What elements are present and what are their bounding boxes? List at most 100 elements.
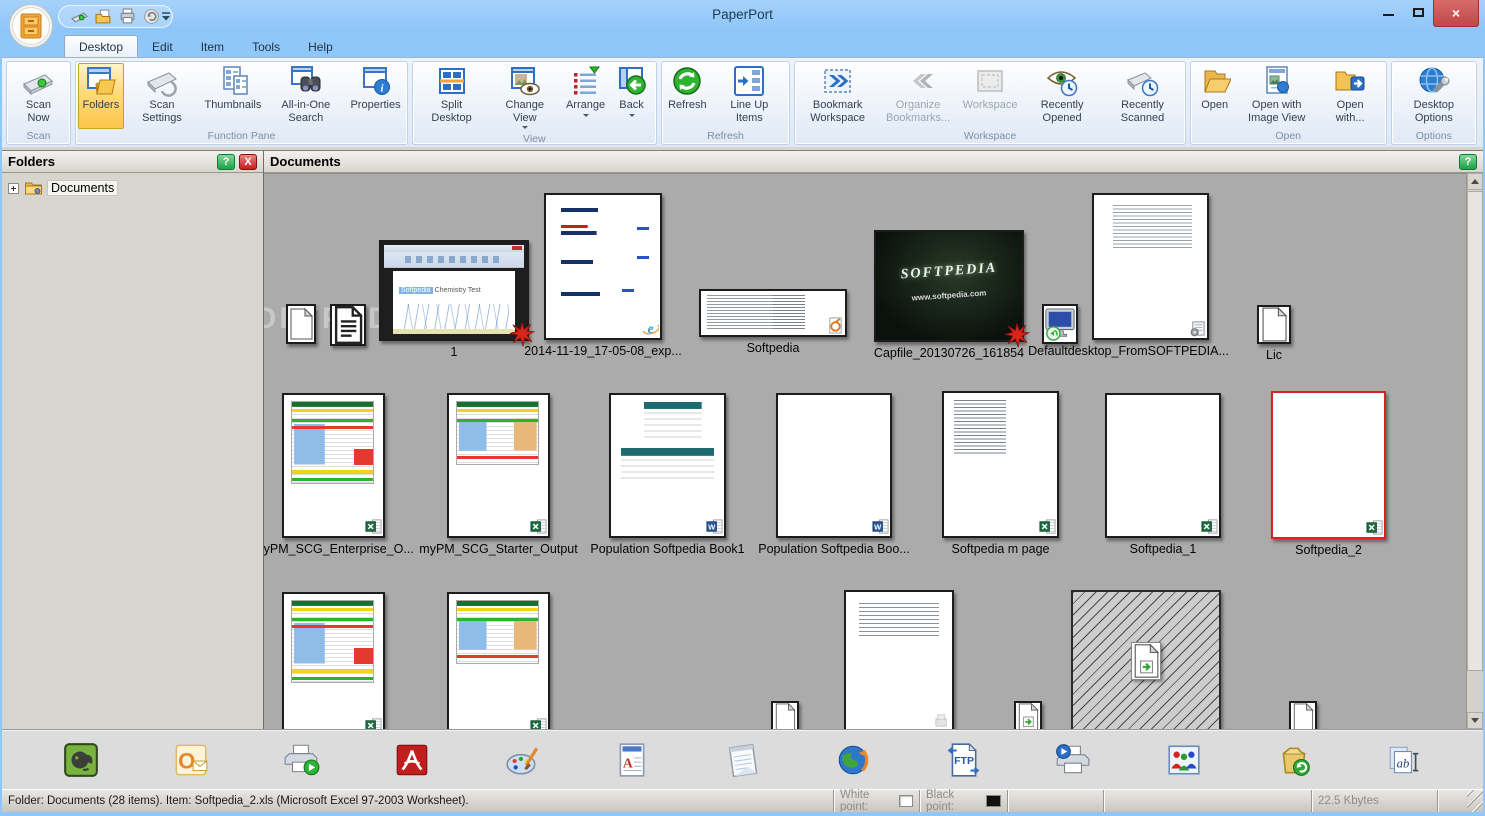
menu-tab-row: DesktopEditItemToolsHelp bbox=[0, 33, 1485, 57]
customize-quick-access-icon[interactable] bbox=[158, 8, 174, 24]
recently-scanned-button[interactable]: Recently Scanned bbox=[1102, 63, 1182, 129]
open-with-image-view-button[interactable]: Open with Image View bbox=[1237, 63, 1317, 129]
all-in-one-search-button[interactable]: All-in-One Search bbox=[266, 63, 346, 129]
send-to-image-printer[interactable] bbox=[1054, 741, 1092, 779]
document-label[interactable]: 1 bbox=[451, 345, 458, 359]
document-thumbnail-shortcut[interactable] bbox=[1042, 304, 1078, 344]
status-empty-segment bbox=[1437, 790, 1467, 812]
document-label[interactable]: Softpedia m page bbox=[952, 542, 1050, 556]
tree-expand-icon[interactable] bbox=[8, 183, 19, 194]
document-label[interactable]: Population Softpedia Boo... bbox=[758, 542, 910, 556]
send-to-printer[interactable] bbox=[283, 741, 321, 779]
tab-item[interactable]: Item bbox=[187, 36, 238, 57]
send-to-ftp[interactable]: FTP bbox=[944, 741, 982, 779]
send-to-evernote[interactable] bbox=[62, 741, 100, 779]
maximize-button[interactable] bbox=[1403, 0, 1433, 23]
document-thumbnail-softpedia[interactable] bbox=[699, 289, 847, 337]
document-label[interactable]: myPM_SCG_Starter_Output bbox=[419, 542, 577, 556]
tree-item-documents[interactable]: Documents bbox=[47, 180, 118, 196]
tab-help[interactable]: Help bbox=[294, 36, 347, 57]
scrollbar-thumb[interactable] bbox=[1467, 191, 1483, 671]
ribbon-button-label: Folders bbox=[83, 99, 120, 112]
scan-settings-button[interactable]: Scan Settings bbox=[124, 63, 200, 129]
thumbnails-button[interactable]: Thumbnails bbox=[200, 63, 266, 129]
arrange-button[interactable]: Arrange bbox=[561, 63, 609, 132]
back-button[interactable]: Back bbox=[610, 63, 654, 132]
qat-print-icon[interactable] bbox=[119, 8, 136, 25]
minimize-button[interactable] bbox=[1373, 0, 1403, 23]
open-button[interactable]: Open bbox=[1193, 63, 1237, 129]
document-label[interactable]: Softpedia_2 bbox=[1295, 543, 1362, 557]
document-label[interactable]: Capfile_20130726_161854 bbox=[874, 346, 1024, 360]
open-with-button[interactable]: Open with... bbox=[1317, 63, 1384, 129]
document-thumbnail-defaultdesktop-fromsoftpedia[interactable] bbox=[1092, 193, 1209, 340]
document-label[interactable]: myPM_SCG_Enterprise_O... bbox=[264, 542, 414, 556]
send-to-browser[interactable] bbox=[834, 741, 872, 779]
scan-now-button[interactable]: Scan Now bbox=[9, 63, 68, 129]
document-thumbnail-2014-11-19-17-05-08-exp[interactable]: e bbox=[544, 193, 662, 340]
document-thumbnail[interactable] bbox=[282, 592, 385, 729]
refresh-button[interactable]: Refresh bbox=[664, 63, 712, 129]
scroll-up-button[interactable] bbox=[1467, 173, 1483, 190]
ribbon-button-label: Properties bbox=[350, 99, 400, 112]
document-thumbnail-mypm-scg-enterprise-o[interactable] bbox=[282, 393, 385, 538]
close-button[interactable]: × bbox=[1433, 0, 1479, 27]
tab-tools[interactable]: Tools bbox=[238, 36, 294, 57]
tab-desktop[interactable]: Desktop bbox=[64, 35, 138, 57]
document-thumbnail-population-softpedia-boo[interactable]: W bbox=[776, 393, 892, 538]
resize-grip[interactable] bbox=[1467, 790, 1483, 812]
qat-scan-icon[interactable] bbox=[71, 8, 88, 25]
document-thumbnail-softpedia-m-page[interactable] bbox=[942, 391, 1059, 538]
document-thumbnail[interactable] bbox=[1071, 590, 1221, 729]
document-thumbnail[interactable] bbox=[1014, 701, 1042, 729]
qat-folder-icon[interactable] bbox=[95, 8, 112, 25]
properties-button[interactable]: iProperties bbox=[346, 63, 405, 129]
scroll-down-button[interactable] bbox=[1467, 712, 1483, 729]
document-label[interactable]: Population Softpedia Book1 bbox=[590, 542, 744, 556]
ribbon-button-label: Change View bbox=[493, 99, 556, 124]
document-label[interactable]: Softpedia bbox=[747, 341, 800, 355]
document-label[interactable]: Softpedia_1 bbox=[1130, 542, 1197, 556]
app-menu-button[interactable] bbox=[8, 3, 54, 49]
document-thumbnail-softpedia-1[interactable] bbox=[1105, 393, 1221, 538]
split-desktop-button[interactable]: Split Desktop bbox=[415, 63, 488, 132]
document-label[interactable]: 2014-11-19_17-05-08_exp... bbox=[524, 344, 682, 358]
document-thumbnail[interactable] bbox=[286, 304, 316, 344]
bookmark-workspace-button[interactable]: Bookmark Workspace bbox=[797, 63, 877, 129]
ribbon-button-label: All-in-One Search bbox=[271, 99, 341, 124]
recently-opened-button[interactable]: Recently Opened bbox=[1022, 63, 1102, 129]
folders-help-button[interactable]: ? bbox=[217, 154, 235, 170]
document-thumbnail-population-softpedia-book1[interactable]: W bbox=[609, 393, 726, 538]
document-label[interactable]: Lic bbox=[1266, 348, 1282, 362]
documents-canvas[interactable]: SOFTPEDIA SoftpediaChemistry Test1e2014-… bbox=[264, 173, 1466, 729]
ribbon-button-label: Organize Bookmarks... bbox=[883, 99, 953, 124]
document-thumbnail[interactable] bbox=[447, 592, 550, 729]
desktop-options-button[interactable]: Desktop Options bbox=[1394, 63, 1474, 129]
documents-help-button[interactable]: ? bbox=[1459, 154, 1477, 170]
send-to-notepad[interactable] bbox=[724, 741, 762, 779]
send-to-paint[interactable] bbox=[503, 741, 541, 779]
send-to-recycle-bin[interactable] bbox=[1275, 741, 1313, 779]
send-to-acrobat[interactable] bbox=[393, 741, 431, 779]
folders-button[interactable]: Folders bbox=[78, 63, 124, 129]
document-thumbnail[interactable] bbox=[330, 304, 366, 346]
document-thumbnail-1[interactable]: SoftpediaChemistry Test bbox=[379, 240, 529, 341]
document-thumbnail[interactable] bbox=[771, 701, 799, 729]
tab-edit[interactable]: Edit bbox=[138, 36, 187, 57]
folders-close-button[interactable]: X bbox=[239, 154, 257, 170]
document-label[interactable]: Defaultdesktop_FromSOFTPEDIA... bbox=[1028, 344, 1229, 358]
document-thumbnail-mypm-scg-starter-output[interactable] bbox=[447, 393, 550, 538]
vertical-scrollbar[interactable] bbox=[1466, 173, 1483, 729]
change-view-button[interactable]: Change View bbox=[488, 63, 561, 132]
document-thumbnail-lic[interactable] bbox=[1257, 305, 1291, 344]
document-thumbnail[interactable] bbox=[844, 590, 954, 729]
scanner-icon bbox=[22, 65, 54, 97]
send-to-rename[interactable]: ab bbox=[1385, 741, 1423, 779]
line-up-items-button[interactable]: Line Up Items bbox=[711, 63, 787, 129]
document-thumbnail[interactable] bbox=[1289, 701, 1317, 729]
send-to-outlook[interactable]: O bbox=[172, 741, 210, 779]
send-to-wordpad[interactable]: A bbox=[613, 741, 651, 779]
document-thumbnail-softpedia-2[interactable] bbox=[1271, 391, 1386, 539]
document-thumbnail-capfile-20130726-161854[interactable]: SOFTPEDIAwww.softpedia.com bbox=[874, 230, 1024, 342]
send-to-contacts[interactable] bbox=[1165, 741, 1203, 779]
